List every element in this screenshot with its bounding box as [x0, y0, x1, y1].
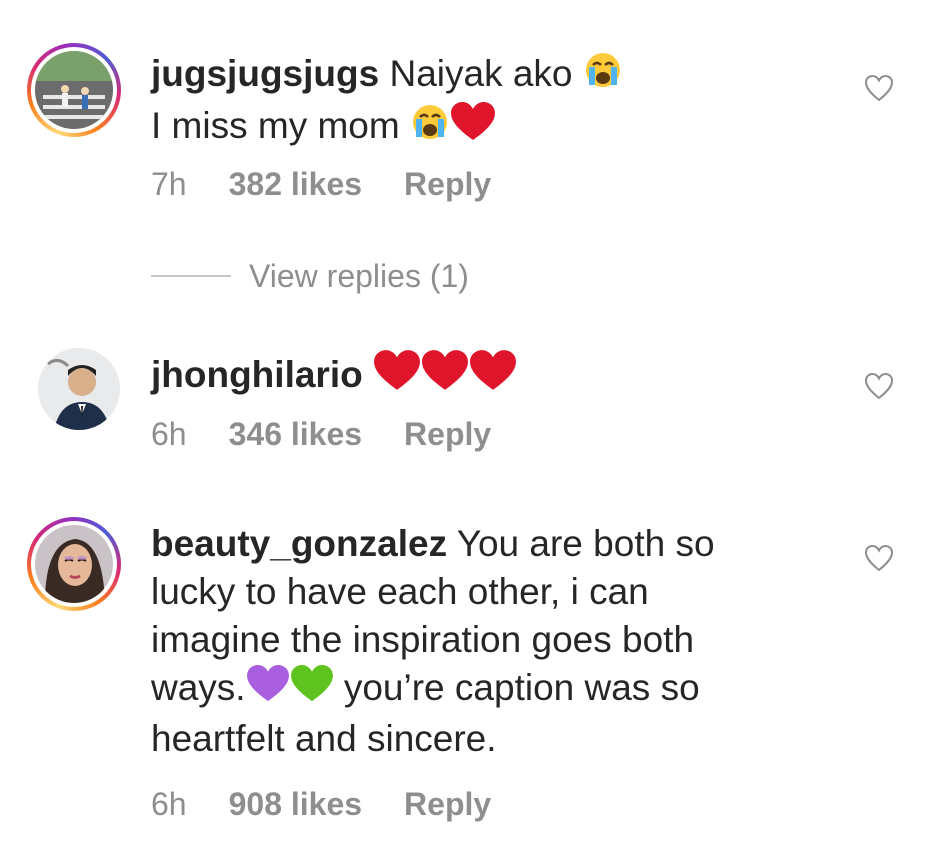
crying-face-emoji-icon: [583, 50, 623, 102]
comment-likes[interactable]: 908 likes: [229, 786, 362, 822]
like-heart-icon[interactable]: [864, 372, 894, 400]
red-heart-emoji-icon: [450, 102, 496, 154]
comment-meta: 6h 908 likes Reply: [151, 786, 533, 823]
like-heart-icon[interactable]: [864, 74, 894, 102]
comment-meta: 7h 382 likes Reply: [151, 166, 533, 203]
comment-meta: 6h 346 likes Reply: [151, 416, 533, 453]
view-replies-line: [151, 275, 231, 277]
avatar[interactable]: [38, 348, 120, 430]
comment-time: 6h: [151, 416, 187, 452]
reply-button[interactable]: Reply: [404, 166, 491, 202]
comment-time: 7h: [151, 166, 187, 202]
comment-item: beauty_gonzalez You are both so lucky to…: [0, 480, 931, 854]
view-replies-button[interactable]: View replies (1): [151, 255, 469, 297]
avatar[interactable]: [27, 517, 121, 611]
comment-text: beauty_gonzalez You are both so lucky to…: [151, 520, 781, 763]
comment-text: jugsjugsjugs Naiyak ako I miss my mom: [151, 50, 781, 154]
red-heart-emoji-icon: [421, 350, 469, 404]
reply-button[interactable]: Reply: [404, 786, 491, 822]
comment-time: 6h: [151, 786, 187, 822]
avatar-photo: [35, 51, 113, 129]
like-heart-icon[interactable]: [864, 544, 894, 572]
red-heart-emoji-icon: [373, 350, 421, 404]
comment-item: jhonghilario 6h 346 likes Reply: [0, 300, 931, 480]
comment-username[interactable]: jhonghilario: [151, 354, 363, 395]
view-replies-label: View replies (1): [249, 257, 469, 294]
comment-body-line2: I miss my mom: [151, 105, 410, 147]
red-heart-emoji-icon: [469, 350, 517, 404]
comment-likes[interactable]: 346 likes: [229, 416, 362, 452]
green-heart-emoji-icon: [290, 665, 334, 715]
comment-body-line1: Naiyak ako: [379, 53, 583, 94]
comment-username[interactable]: jugsjugsjugs: [151, 53, 379, 94]
comment-username[interactable]: beauty_gonzalez: [151, 523, 447, 564]
crying-face-emoji-icon: [410, 102, 450, 154]
purple-heart-emoji-icon: [246, 665, 290, 715]
comment-likes[interactable]: 382 likes: [229, 166, 362, 202]
comment-text: jhonghilario: [151, 350, 781, 404]
avatar-photo: [35, 525, 113, 603]
avatar[interactable]: [27, 43, 121, 137]
reply-button[interactable]: Reply: [404, 416, 491, 452]
comment-item: jugsjugsjugs Naiyak ako I miss my mom 7h…: [0, 0, 931, 300]
